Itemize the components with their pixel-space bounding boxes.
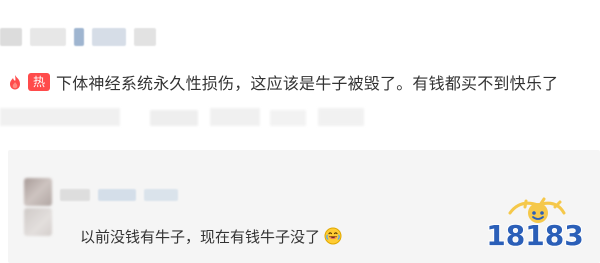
blurred-meta bbox=[210, 108, 260, 126]
blurred-username-part bbox=[0, 28, 22, 46]
avatar bbox=[24, 208, 52, 236]
hot-comment-text: 下体神经系统永久性损伤，这应该是牛子被毁了。有钱都买不到快乐了 bbox=[56, 74, 559, 93]
laugh-emoji-icon bbox=[324, 227, 342, 245]
blurred-reply-username-part bbox=[98, 189, 136, 201]
watermark-text: 18183 bbox=[486, 219, 583, 252]
blurred-meta bbox=[150, 110, 198, 126]
blurred-reply-username bbox=[60, 188, 178, 202]
hot-comment: 热 下体神经系统永久性损伤，这应该是牛子被毁了。有钱都买不到快乐了 bbox=[8, 70, 558, 94]
blurred-reply-username-part bbox=[144, 189, 178, 201]
blurred-username-part bbox=[92, 28, 126, 46]
blurred-username bbox=[0, 25, 156, 49]
avatar bbox=[24, 178, 52, 206]
blurred-username-part bbox=[30, 28, 66, 46]
blurred-meta bbox=[270, 110, 306, 126]
blurred-username-part bbox=[134, 28, 156, 46]
blurred-meta bbox=[0, 108, 120, 126]
blurred-username-part bbox=[74, 28, 84, 46]
blurred-meta-row bbox=[0, 104, 600, 132]
watermark-logo: 18183 bbox=[480, 195, 590, 253]
blurred-reply-username-part bbox=[60, 189, 90, 201]
flame-icon bbox=[8, 74, 22, 90]
reply-text: 以前没钱有牛子，现在有钱牛子没了 bbox=[80, 227, 321, 246]
comment-screenshot: 热 下体神经系统永久性损伤，这应该是牛子被毁了。有钱都买不到快乐了 以前没钱有牛… bbox=[0, 0, 600, 263]
hot-badge: 热 bbox=[28, 73, 51, 91]
reply-comment: 以前没钱有牛子，现在有钱牛子没了 bbox=[80, 224, 342, 248]
blurred-meta bbox=[318, 108, 364, 126]
